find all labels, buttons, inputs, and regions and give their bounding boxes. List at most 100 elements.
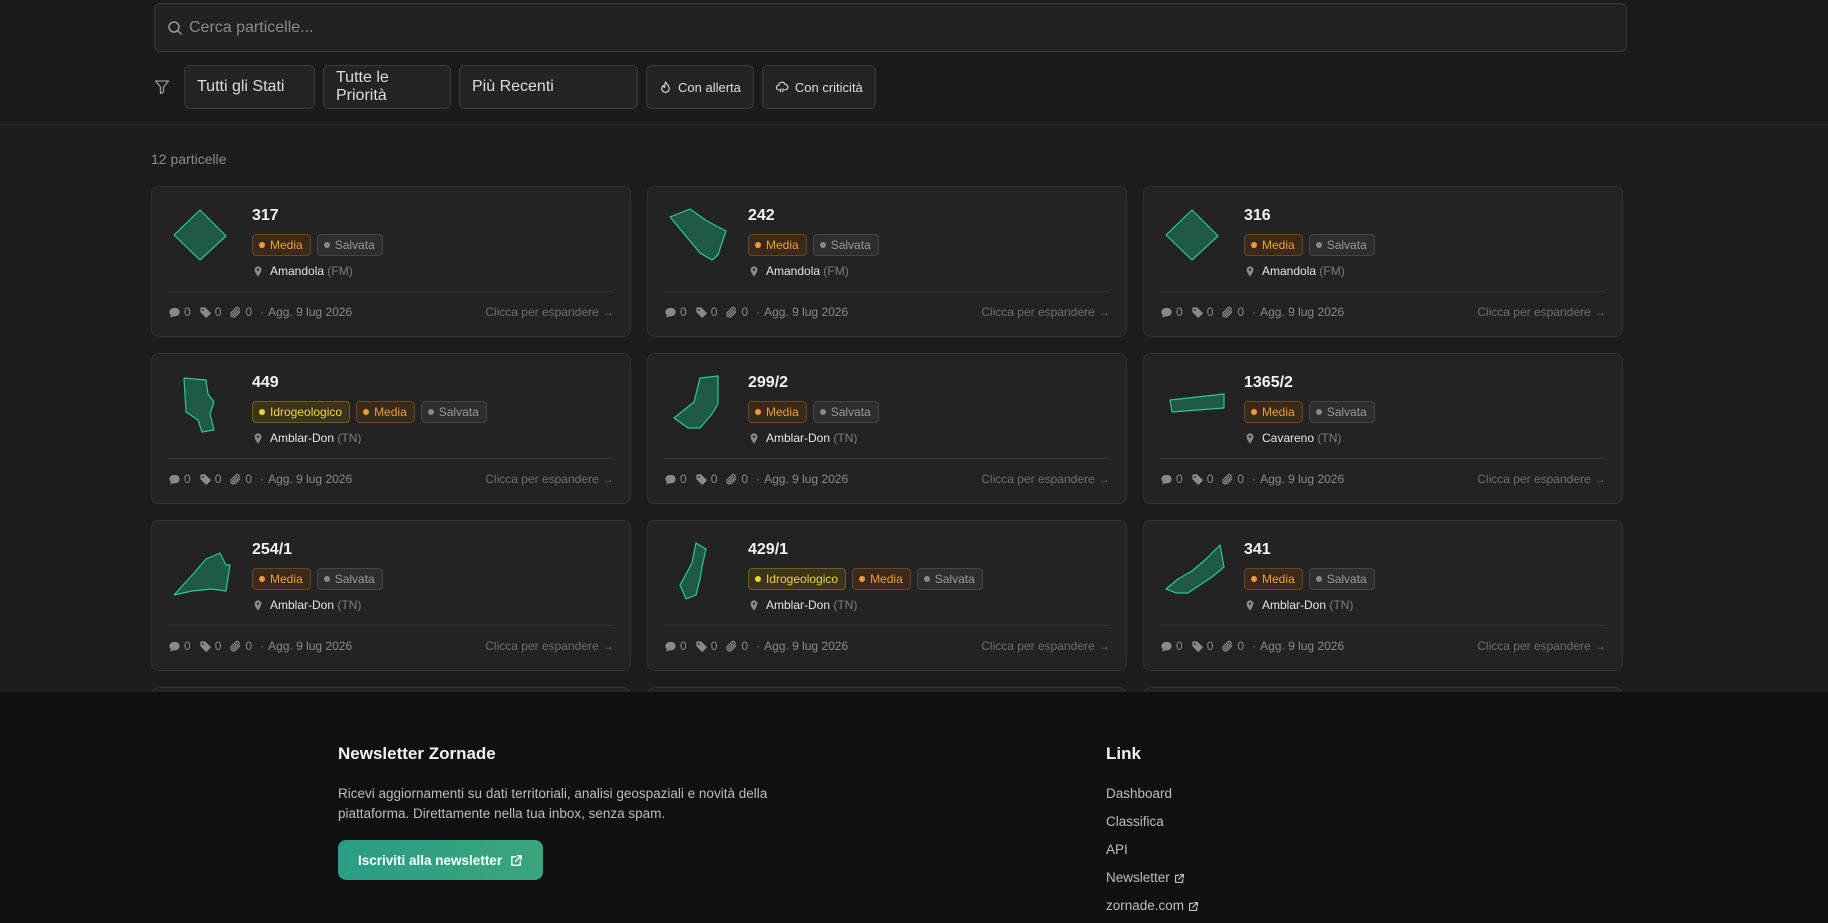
footer-links: Dashboard Classifica API Newsletter zornade.… — [1106, 784, 1199, 916]
tag-icon — [200, 640, 211, 652]
comments-stat: 0 — [1160, 305, 1183, 319]
parcel-card[interactable]: 317 Media Salvata Amandola (FM) 0 0 0 · Agg. 9 l… — [151, 186, 631, 337]
sort-select[interactable]: Più Recenti — [459, 65, 638, 109]
salvata-badge: Salvata — [916, 568, 983, 590]
critical-toggle[interactable]: Con criticità — [761, 65, 876, 109]
updated-date: Agg. 9 lug 2026 — [764, 472, 849, 486]
card-footer: 0 0 0 · Agg. 9 lug 2026 Clicca per espandere … — [1160, 305, 1606, 319]
expand-hint[interactable]: Clicca per espandere → — [485, 639, 614, 653]
location-text: Amblar-Don (TN) — [766, 431, 857, 445]
parcel-location: Cavareno (TN) — [1244, 431, 1341, 445]
badge-dot — [427, 409, 434, 415]
map-pin-icon — [1246, 599, 1254, 611]
location-text: Amblar-Don (TN) — [270, 598, 361, 612]
expand-hint[interactable]: Clicca per espandere → — [981, 472, 1110, 486]
expand-hint[interactable]: Clicca per espandere → — [485, 472, 614, 486]
map-pin-icon — [254, 599, 262, 611]
parcel-card[interactable]: 299/2 Media Salvata Amblar-Don (TN) 0 0 0 · Agg.… — [647, 353, 1127, 504]
tag-icon — [696, 640, 707, 652]
footer-link-api[interactable]: API — [1106, 840, 1199, 860]
comments-count: 0 — [680, 305, 687, 319]
card-footer: 0 0 0 · Agg. 9 lug 2026 Clicca per espandere … — [664, 305, 1110, 319]
updated-date: Agg. 9 lug 2026 — [268, 639, 353, 653]
parcel-number: 317 — [252, 207, 279, 224]
footer-link-newsletter[interactable]: Newsletter — [1106, 868, 1199, 888]
parcel-location: Amandola (FM) — [252, 264, 353, 278]
badge-dot — [363, 409, 370, 415]
parcel-card[interactable]: 429/1 Idrogeologico Media Salvata Amblar-Don… — [647, 520, 1127, 671]
badge-row: Idrogeologico Media Salvata — [748, 568, 983, 590]
parcel-card[interactable]: 449 Idrogeologico Media Salvata Amblar-Don (… — [151, 353, 631, 504]
card-footer: 0 0 0 · Agg. 9 lug 2026 Clicca per espandere … — [168, 305, 614, 319]
badge-dot — [819, 242, 826, 248]
priority-select[interactable]: Tutte le Priorità — [323, 65, 451, 109]
tags-count: 0 — [710, 472, 718, 486]
map-pin-icon — [1246, 265, 1254, 277]
comments-count: 0 — [1176, 639, 1183, 653]
card-footer: 0 0 0 · Agg. 9 lug 2026 Clicca per espandere … — [168, 639, 614, 653]
tag-icon — [696, 473, 707, 485]
card-footer: 0 0 0 · Agg. 9 lug 2026 Clicca per espandere … — [168, 472, 614, 486]
separator-dot: · — [1252, 639, 1257, 653]
paperclip-icon — [230, 473, 241, 485]
badge-label: Idrogeologico — [270, 405, 343, 419]
footer-link-label: Dashboard — [1106, 786, 1173, 801]
comments-count: 0 — [1176, 305, 1183, 319]
parcel-card[interactable]: 341 Media Salvata Amblar-Don (TN) 0 0 0 · Agg. 9… — [1143, 520, 1623, 671]
expand-hint[interactable]: Clicca per espandere → — [981, 639, 1110, 653]
salvata-badge: Salvata — [812, 401, 879, 423]
newsletter-title: Newsletter Zornade — [338, 744, 496, 763]
map-pin-icon — [750, 265, 758, 277]
expand-hint[interactable]: Clicca per espandere → — [1477, 305, 1606, 319]
map-pin-icon — [750, 432, 758, 444]
cloud-rain-icon — [775, 81, 789, 92]
parcel-card[interactable]: 242 Media Salvata Amandola (FM) 0 0 0 · Agg. 9 l… — [647, 186, 1127, 337]
footer-link-classifica[interactable]: Classifica — [1106, 812, 1199, 832]
expand-hint[interactable]: Clicca per espandere → — [1477, 472, 1606, 486]
town-name: Amblar-Don — [766, 598, 831, 612]
badge-dot — [1315, 409, 1322, 415]
tags-count: 0 — [710, 639, 718, 653]
footer: Newsletter Zornade Ricevi aggiornamenti … — [0, 692, 1828, 923]
tags-count: 0 — [1206, 472, 1214, 486]
search-box[interactable] — [154, 3, 1627, 52]
parcel-card[interactable]: 1365/2 Media Salvata Cavareno (TN) 0 0 0 · Agg. … — [1143, 353, 1623, 504]
status-select[interactable]: Tutti gli Stati — [184, 65, 315, 109]
paperclip-icon — [1222, 473, 1233, 485]
badge-row: Media Salvata — [748, 234, 879, 256]
separator-dot: · — [756, 472, 761, 486]
comment-icon — [665, 641, 676, 652]
parcel-location: Amblar-Don (TN) — [748, 431, 857, 445]
expand-hint[interactable]: Clicca per espandere → — [1477, 639, 1606, 653]
location-text: Amblar-Don (TN) — [270, 431, 361, 445]
expand-hint[interactable]: Clicca per espandere → — [981, 305, 1110, 319]
critical-toggle-label: Con criticità — [794, 79, 863, 95]
alert-toggle[interactable]: Con allerta — [646, 65, 754, 109]
comment-icon — [1161, 474, 1172, 485]
comments-stat: 0 — [664, 639, 687, 653]
search-input[interactable] — [189, 18, 1589, 37]
parcel-location: Amandola (FM) — [748, 264, 849, 278]
attachments-count: 0 — [245, 472, 253, 486]
expand-hint[interactable]: Clicca per espandere → — [485, 305, 614, 319]
badge-dot — [859, 576, 866, 582]
paperclip-icon — [726, 306, 737, 318]
badge-dot — [755, 242, 761, 248]
parcel-card[interactable]: 254/1 Media Salvata Amblar-Don (TN) 0 0 0 · Agg.… — [151, 520, 631, 671]
footer-link-zornade-com[interactable]: zornade.com — [1106, 896, 1199, 916]
attachments-count: 0 — [1237, 639, 1245, 653]
comment-icon — [169, 641, 180, 652]
town-name: Amblar-Don — [270, 431, 335, 445]
comment-icon — [1161, 307, 1172, 318]
footer-link-dashboard[interactable]: Dashboard — [1106, 784, 1199, 804]
badge-label: Media — [766, 238, 799, 252]
parcel-number: 242 — [748, 207, 775, 224]
newsletter-subscribe-button[interactable]: Iscriviti alla newsletter — [338, 840, 544, 880]
updated-date: Agg. 9 lug 2026 — [764, 639, 849, 653]
tag-icon — [200, 473, 211, 485]
map-pin-icon — [1246, 432, 1254, 444]
parcel-card[interactable]: 316 Media Salvata Amandola (FM) 0 0 0 · Agg. 9 l… — [1143, 186, 1623, 337]
comment-icon — [169, 307, 180, 318]
map-pin-icon — [750, 599, 758, 611]
tag-icon — [1192, 640, 1203, 652]
